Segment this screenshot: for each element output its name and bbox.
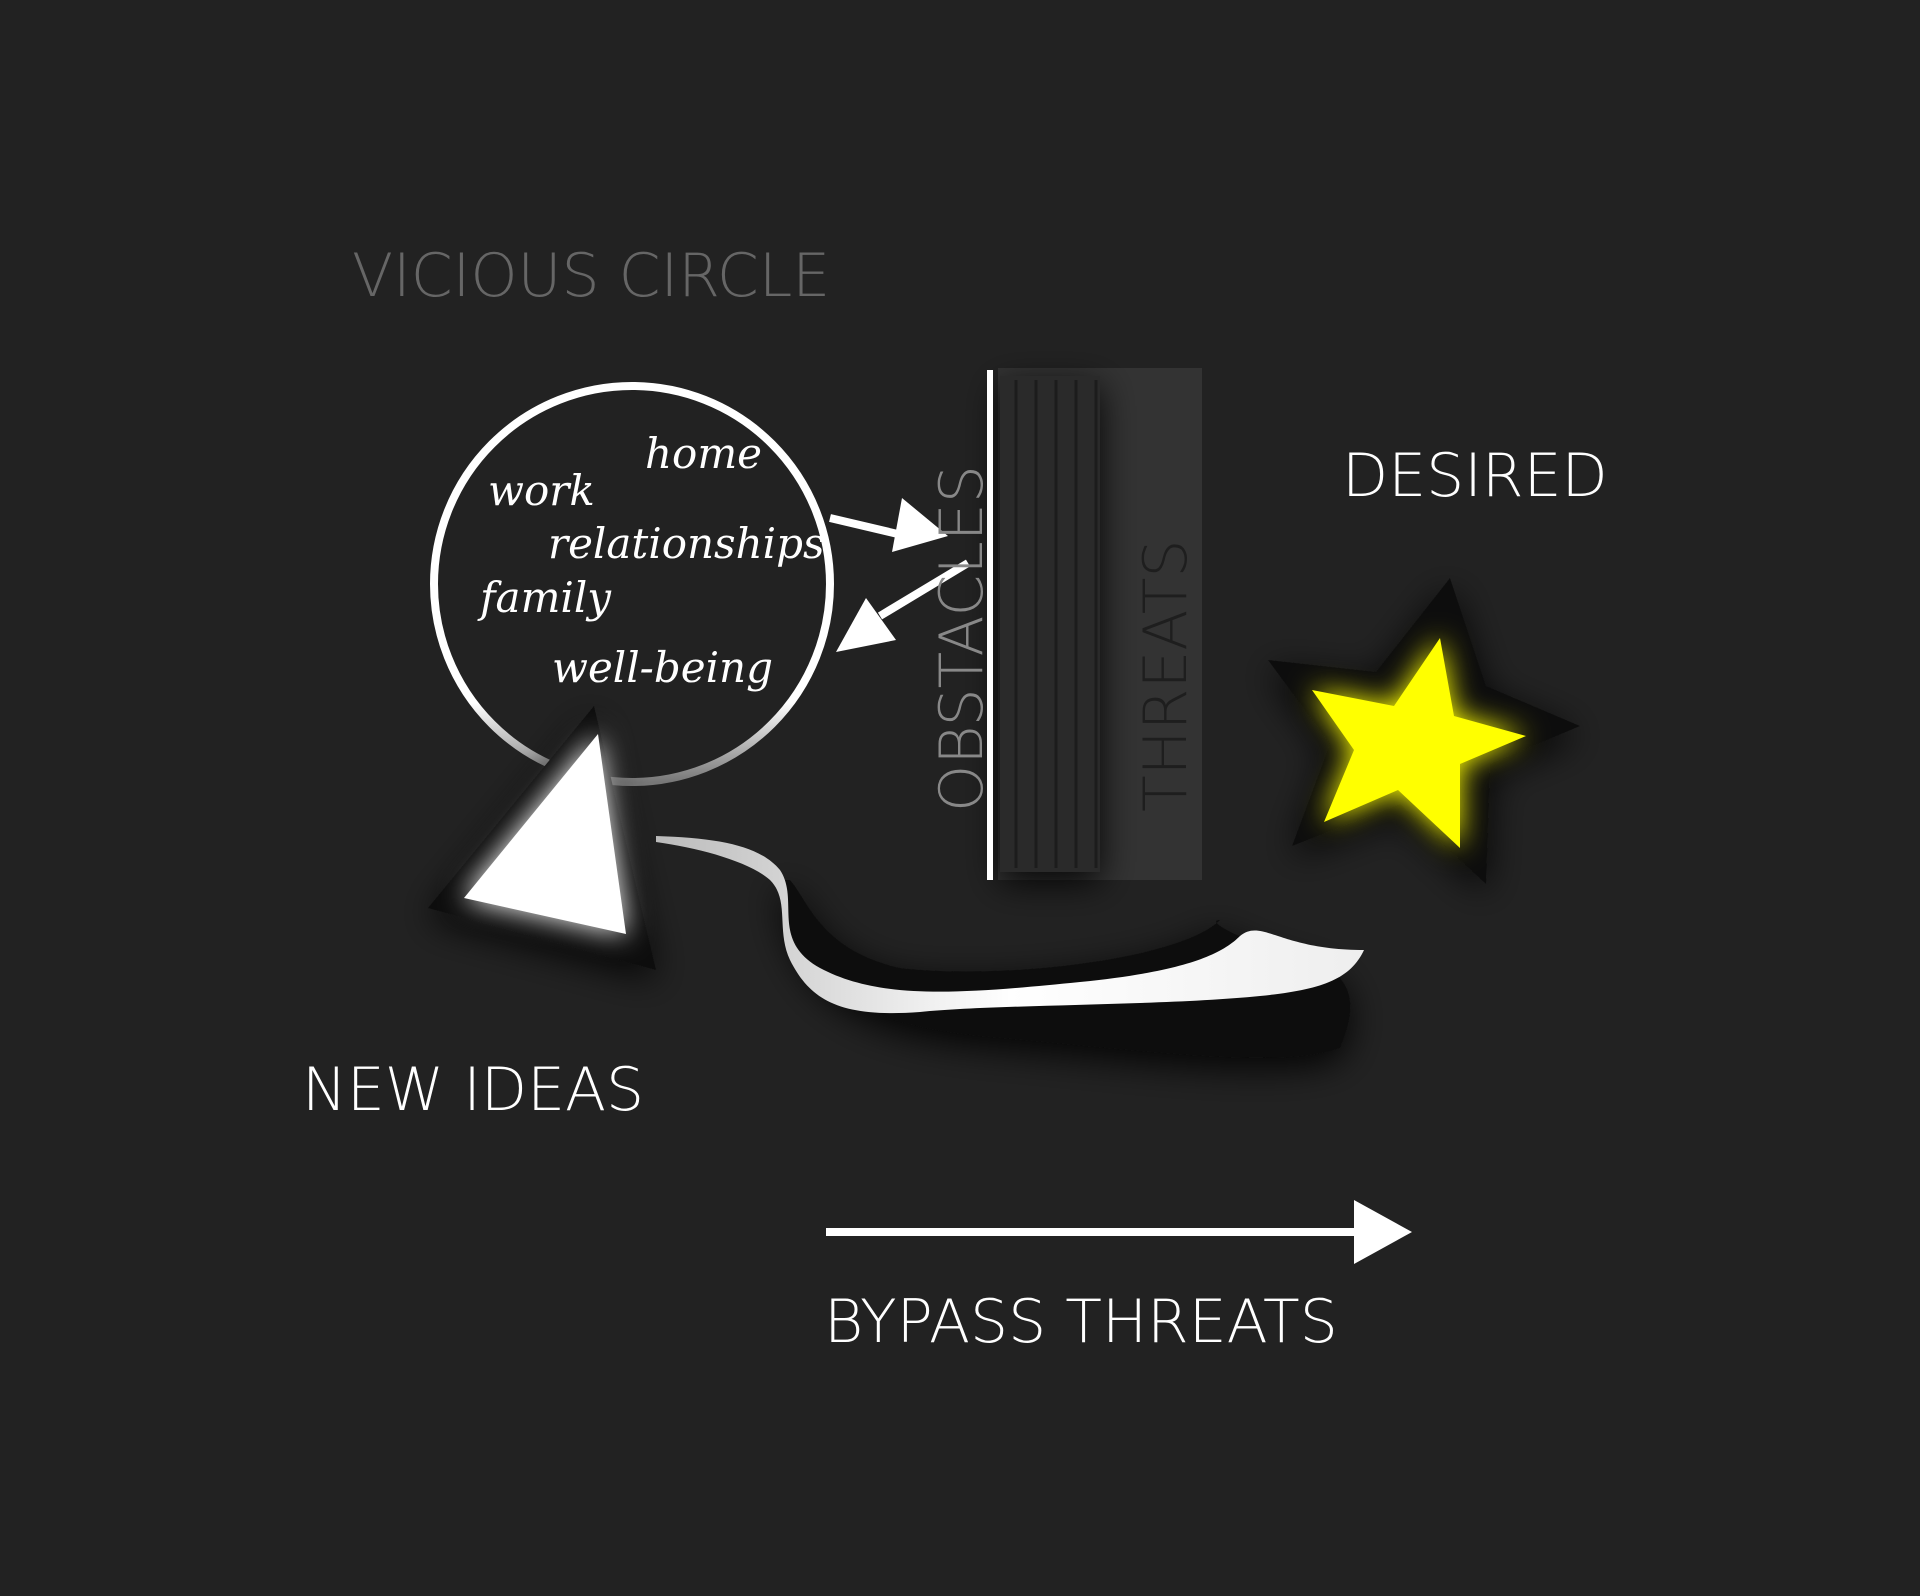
arrow-back-to-circle-head [836,598,896,652]
desired-label: DESIRED [1342,441,1608,511]
vicious-circle-title: VICIOUS CIRCLE [352,241,830,311]
circle-word-well-being: well-being [552,643,773,692]
new-ideas-label: NEW IDEAS [302,1055,644,1125]
diagram-canvas: VICIOUS CIRCLE home work relationships f… [0,0,1920,1596]
threats-label: THREATS [1131,540,1201,813]
circle-word-family: family [477,573,612,622]
bypass-threats-label: BYPASS THREATS [824,1287,1338,1357]
threats-wall-ridges [1000,376,1100,872]
circle-word-home: home [645,429,762,478]
circle-word-relationships: relationships [548,519,825,568]
diagram-svg: VICIOUS CIRCLE home work relationships f… [302,241,1608,1357]
obstacles-label: OBSTACLES [927,465,997,812]
arrow-to-obstacles [829,514,911,540]
circle-word-work: work [488,466,595,515]
bypass-arrow-head [1354,1200,1412,1264]
